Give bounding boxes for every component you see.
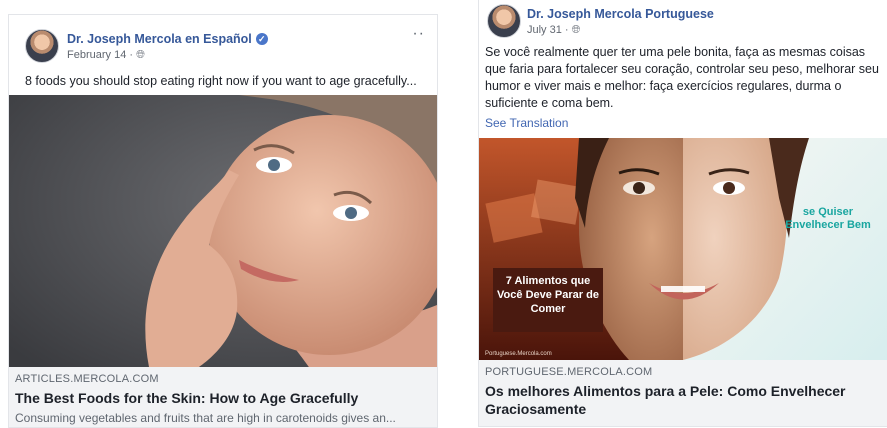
post-card-portuguese: Dr. Joseph Mercola Portuguese July 31 · …: [478, 0, 887, 427]
globe-icon: 🌐︎: [136, 49, 145, 61]
image-watermark: Portuguese.Mercola.com: [485, 351, 552, 357]
link-domain: PORTUGUESE.MERCOLA.COM: [485, 366, 653, 378]
post-timestamp[interactable]: July 31 · 🌐︎: [527, 24, 580, 37]
globe-icon: 🌐︎: [571, 24, 581, 36]
post-date[interactable]: July 31: [527, 24, 562, 36]
post-header: Dr. Joseph Mercola Portuguese July 31 · …: [479, 0, 887, 40]
post-text: Se você realmente quer ter uma pele boni…: [485, 45, 879, 110]
avatar[interactable]: [487, 4, 521, 38]
link-title[interactable]: The Best Foods for the Skin: How to Age …: [15, 389, 429, 407]
post-card-spanish: Dr. Joseph Mercola en Español ✓ February …: [8, 14, 438, 428]
image-caption-left: 7 Alimentos que Você Deve Parar de Comer: [493, 268, 603, 332]
link-preview[interactable]: ARTICLES.MERCOLA.COM The Best Foods for …: [9, 367, 437, 427]
page-name-link[interactable]: Dr. Joseph Mercola Portuguese: [527, 7, 714, 21]
more-options-icon[interactable]: ··: [412, 26, 425, 42]
see-translation-link[interactable]: See Translation: [485, 116, 568, 130]
post-image[interactable]: [9, 95, 437, 367]
post-timestamp[interactable]: February 14 · 🌐︎: [67, 49, 145, 62]
post-text: 8 foods you should stop eating right now…: [25, 74, 417, 88]
post-image[interactable]: 7 Alimentos que Você Deve Parar de Comer…: [479, 138, 887, 360]
link-description: Consuming vegetables and fruits that are…: [15, 411, 396, 425]
woman-face-photo: [9, 95, 437, 367]
link-domain: ARTICLES.MERCOLA.COM: [15, 373, 159, 385]
page-name-link[interactable]: Dr. Joseph Mercola en Español ✓: [67, 32, 268, 46]
avatar[interactable]: [25, 29, 59, 63]
verified-badge-icon: ✓: [255, 33, 268, 45]
post-date[interactable]: February 14: [67, 49, 126, 61]
image-caption-right: se Quiser Envelhecer Bem: [785, 206, 871, 231]
link-preview[interactable]: PORTUGUESE.MERCOLA.COM Os melhores Alime…: [479, 360, 887, 426]
post-header: Dr. Joseph Mercola en Español ✓ February …: [9, 15, 437, 63]
link-title[interactable]: Os melhores Alimentos para a Pele: Como …: [485, 382, 879, 418]
